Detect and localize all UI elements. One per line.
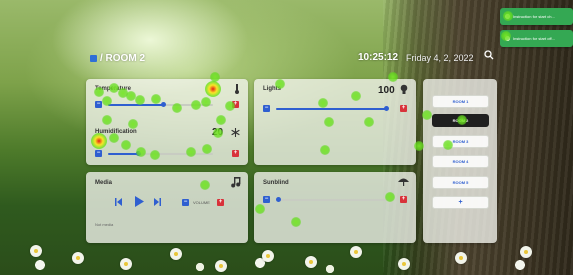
flower-decoration (215, 260, 227, 272)
room-button-3[interactable]: ROOM 3 (432, 135, 489, 148)
breadcrumb-text: / ROOM 2 (100, 53, 146, 64)
flower-decoration (170, 248, 182, 260)
bulb-icon (400, 84, 408, 94)
notification-text: Instruction for start off... (513, 36, 555, 41)
music-note-icon (231, 177, 241, 188)
previous-icon[interactable] (114, 198, 122, 206)
lights-card: Lights 100 − + (254, 79, 416, 165)
humidity-slider[interactable] (108, 151, 213, 156)
humidity-value: 20 (212, 127, 224, 138)
smart-home-dashboard: Instruction for start ch... Instruction … (0, 0, 573, 275)
notification-toast[interactable]: Instruction for start ch... (500, 8, 573, 25)
date: Friday 4, 2, 2022 (406, 53, 474, 63)
climate-card: Temperature − + Humidification 20 − + (86, 79, 248, 165)
sunblind-down-button[interactable]: − (263, 196, 270, 203)
home-icon[interactable] (90, 55, 97, 62)
temperature-decrease-button[interactable]: − (95, 101, 102, 108)
humidity-increase-button[interactable]: + (232, 150, 239, 157)
media-title: Media (95, 180, 113, 186)
search-icon[interactable] (484, 50, 494, 60)
volume-up-button[interactable]: + (217, 199, 224, 206)
snowflake-icon (231, 128, 240, 137)
add-room-button[interactable]: + (432, 196, 489, 209)
media-card: Media − VOLUME + Not media (86, 172, 248, 243)
lights-title: Lights (263, 86, 281, 92)
flower-decoration (72, 252, 84, 264)
breadcrumb: / ROOM 2 (90, 53, 145, 64)
temperature-increase-button[interactable]: + (232, 101, 239, 108)
notification-toast[interactable]: Instruction for start off... (500, 30, 573, 47)
lights-increase-button[interactable]: + (400, 105, 407, 112)
room-button-5[interactable]: ROOM 5 (432, 176, 489, 189)
humidity-title: Humidification (95, 129, 137, 135)
clock: 10:25:12 (358, 52, 399, 63)
temperature-title: Temperature (95, 86, 131, 92)
lights-slider[interactable] (276, 106, 389, 111)
sunblind-slider[interactable] (276, 197, 388, 202)
room-button-1[interactable]: ROOM 1 (432, 95, 489, 108)
sunblind-card: Sunblind − + (254, 172, 416, 243)
umbrella-icon (398, 178, 409, 186)
flower-decoration (398, 258, 410, 270)
flower-decoration (120, 258, 132, 270)
check-icon (505, 14, 510, 19)
flower-decoration (455, 252, 467, 264)
lights-value: 100 (378, 85, 395, 96)
flower-decoration (262, 250, 274, 262)
check-icon (505, 36, 510, 41)
room-button-4[interactable]: ROOM 4 (432, 155, 489, 168)
flower-decoration (305, 256, 317, 268)
humidity-decrease-button[interactable]: − (95, 150, 102, 157)
thermometer-icon (235, 84, 239, 94)
flower-decoration (30, 245, 42, 257)
now-playing-text: Not media (95, 222, 114, 227)
sunblind-up-button[interactable]: + (400, 196, 407, 203)
lights-decrease-button[interactable]: − (263, 105, 270, 112)
sunblind-title: Sunblind (263, 180, 289, 186)
room-button-2[interactable]: ROOM 2 (432, 114, 489, 127)
next-icon[interactable] (154, 198, 162, 206)
flower-decoration (350, 246, 362, 258)
temperature-slider[interactable] (108, 102, 213, 107)
volume-label: VOLUME (193, 200, 210, 205)
notification-text: Instruction for start ch... (513, 14, 555, 19)
play-icon[interactable] (134, 196, 144, 207)
volume-down-button[interactable]: − (182, 199, 189, 206)
flower-decoration (520, 246, 532, 258)
